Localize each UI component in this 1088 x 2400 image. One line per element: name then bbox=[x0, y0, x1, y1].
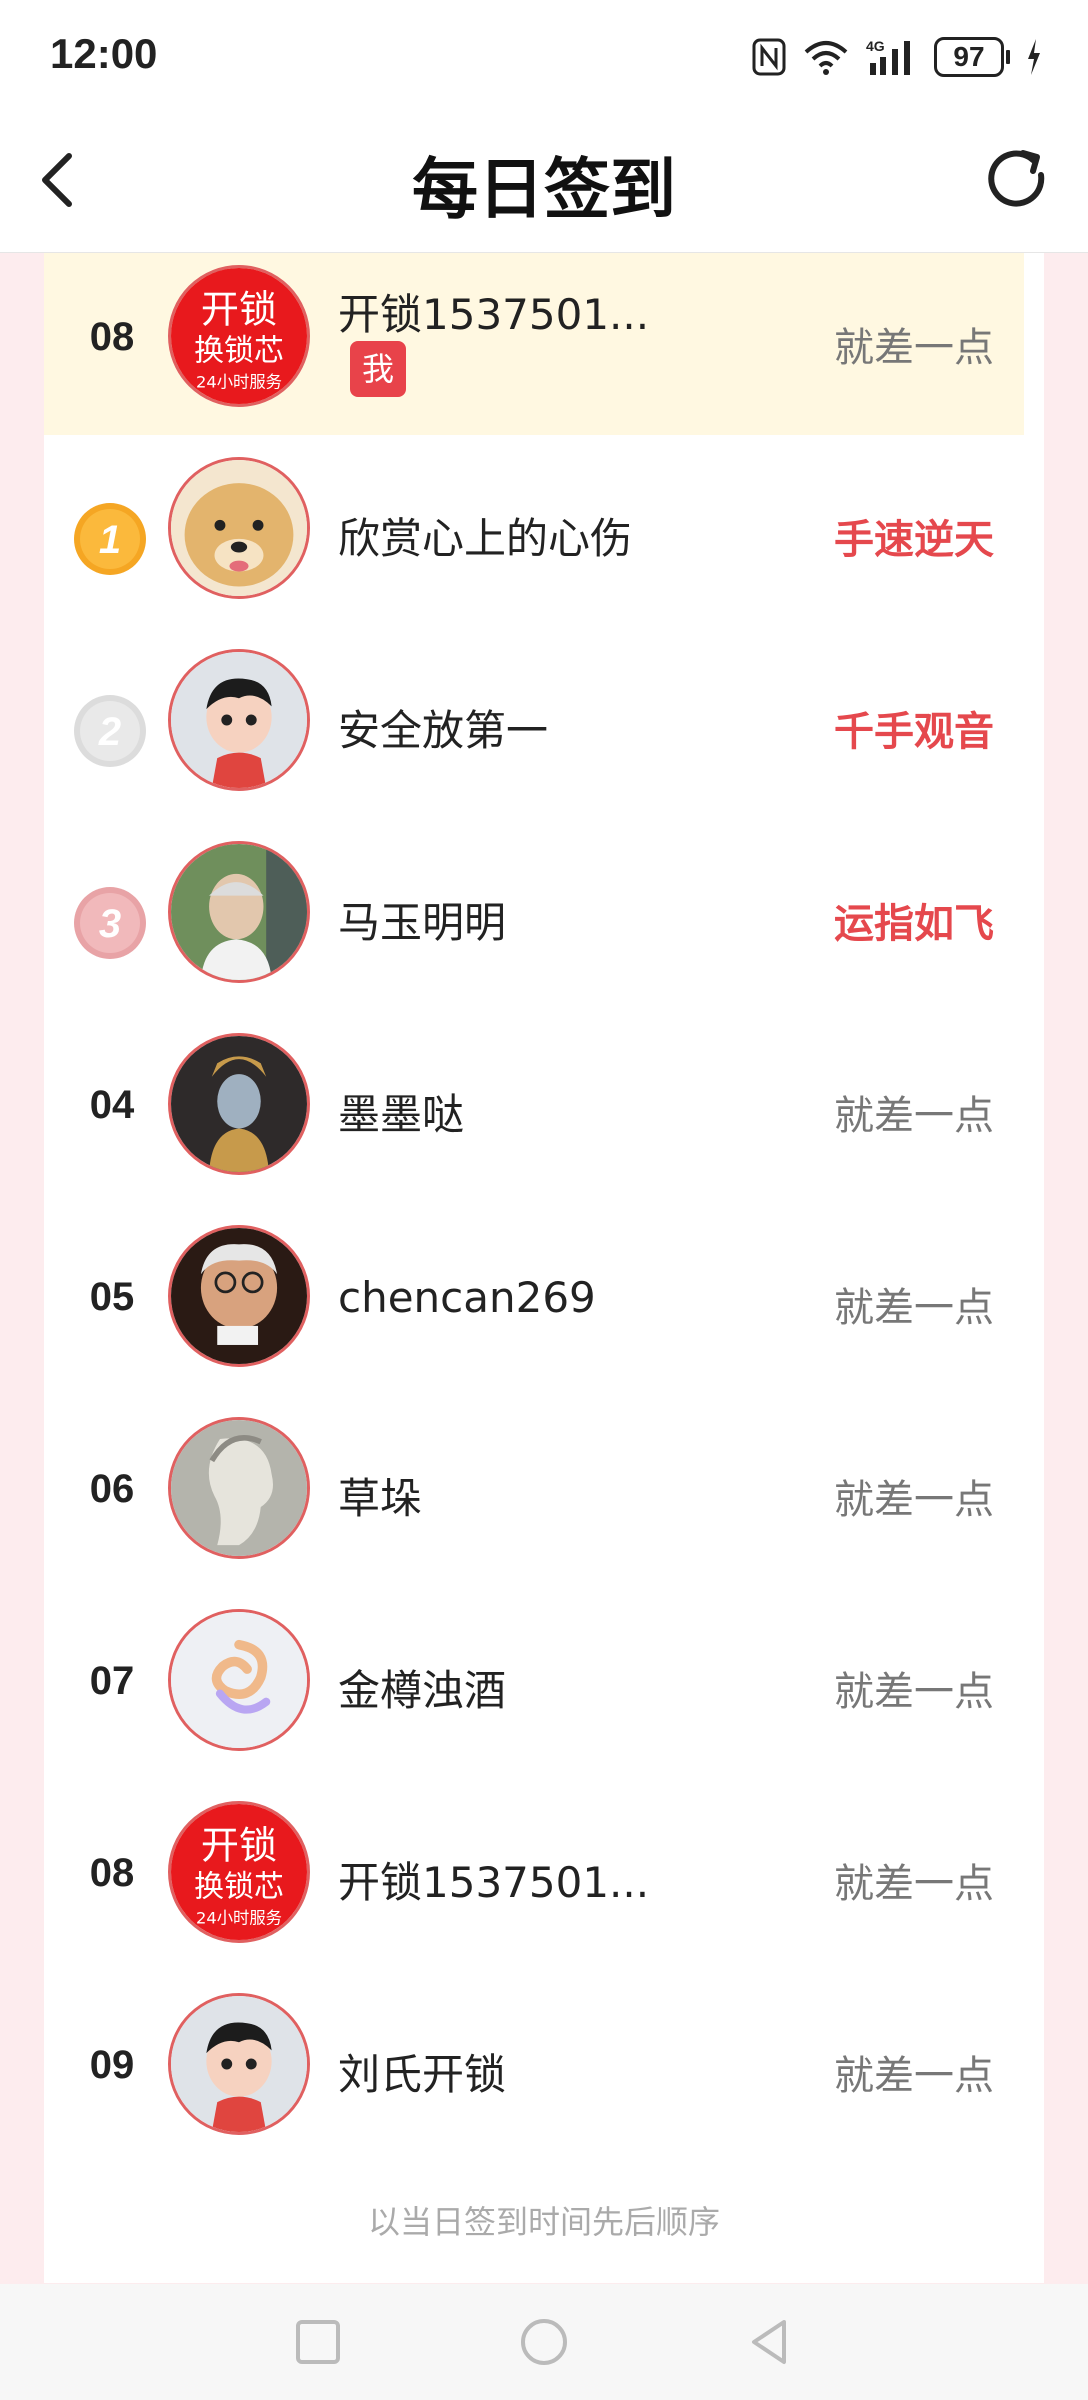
avatar bbox=[168, 1993, 310, 2135]
rank-title: 就差一点 bbox=[834, 1285, 994, 1331]
rank-title: 运指如飞 bbox=[834, 901, 994, 947]
circle-nav-icon[interactable] bbox=[514, 2312, 574, 2372]
rank-title: 就差一点 bbox=[834, 325, 994, 371]
rank-number: 05 bbox=[89, 1275, 135, 1319]
rank-number: 08 bbox=[89, 315, 135, 359]
rank-title: 手速逆天 bbox=[834, 517, 994, 563]
me-badge: 我 bbox=[350, 341, 406, 397]
user-name: chencan269 bbox=[338, 1273, 596, 1322]
rank-number: 07 bbox=[89, 1659, 135, 1703]
rank-row-7[interactable]: 07 金樽浊酒 就差一点 bbox=[44, 1597, 1024, 1777]
rank-number: 06 bbox=[89, 1467, 135, 1511]
avatar bbox=[168, 649, 310, 791]
rank-number: 04 bbox=[89, 1083, 135, 1127]
battery-icon: 97 bbox=[934, 37, 1010, 77]
charging-icon bbox=[1028, 39, 1040, 75]
rank-row-6[interactable]: 06 草垛 就差一点 bbox=[44, 1405, 1024, 1585]
my-rank-row[interactable]: 08 开锁 换锁芯 24小时服务 开锁1537501... 我 就差一点 bbox=[44, 253, 1024, 435]
rank-row-2[interactable]: 2 安全放第一 千手观音 bbox=[44, 637, 1024, 817]
avatar bbox=[168, 1417, 310, 1559]
svg-text:24小时服务: 24小时服务 bbox=[196, 1909, 282, 1928]
refresh-icon bbox=[988, 150, 1045, 207]
avatar bbox=[168, 1225, 310, 1367]
gold-medal-icon: 1 bbox=[74, 503, 146, 575]
rank-row-1[interactable]: 1 欣赏心上的心伤 手速逆天 bbox=[44, 445, 1024, 625]
rank-title: 就差一点 bbox=[834, 1477, 994, 1523]
battery-level: 97 bbox=[934, 37, 1004, 77]
nfc-icon bbox=[752, 38, 786, 76]
svg-text:24小时服务: 24小时服务 bbox=[196, 373, 282, 392]
rank-title: 就差一点 bbox=[834, 1669, 994, 1715]
status-time: 12:00 bbox=[50, 30, 158, 77]
header: 每日签到 bbox=[0, 110, 1088, 253]
system-nav-bar bbox=[0, 2284, 1088, 2400]
rank-row-8[interactable]: 08 开锁 换锁芯 24小时服务 开锁1537501... 就差一点 bbox=[44, 1789, 1024, 1969]
rank-title: 就差一点 bbox=[834, 2053, 994, 2099]
rank-title: 就差一点 bbox=[834, 1861, 994, 1907]
user-name: 开锁1537501... bbox=[338, 1858, 650, 1907]
svg-text:换锁芯: 换锁芯 bbox=[194, 333, 284, 368]
rank-row-9[interactable]: 09 刘氏开锁 就差一点 bbox=[44, 1981, 1024, 2161]
rank-number: 08 bbox=[89, 1851, 135, 1895]
user-name: 金樽浊酒 bbox=[338, 1666, 507, 1715]
svg-text:换锁芯: 换锁芯 bbox=[194, 1869, 284, 1904]
user-name: 欣赏心上的心伤 bbox=[338, 514, 633, 563]
rank-title: 千手观音 bbox=[834, 709, 994, 755]
user-name: 墨墨哒 bbox=[338, 1090, 465, 1139]
avatar bbox=[168, 1033, 310, 1175]
page-title: 每日签到 bbox=[412, 151, 676, 228]
ranking-panel: 08 开锁 换锁芯 24小时服务 开锁1537501... 我 就差一点 1 欣… bbox=[44, 253, 1044, 2283]
rank-title: 就差一点 bbox=[834, 1093, 994, 1139]
footer-note: 以当日签到时间先后顺序 bbox=[367, 2203, 720, 2241]
status-icons: 4G 97 bbox=[752, 32, 1042, 82]
svg-text:2: 2 bbox=[98, 710, 121, 754]
rank-number: 09 bbox=[89, 2043, 135, 2087]
user-name: 开锁1537501... bbox=[338, 290, 650, 339]
user-name: 马玉明明 bbox=[338, 898, 507, 947]
svg-text:开锁: 开锁 bbox=[201, 287, 277, 331]
user-name: 草垛 bbox=[338, 1474, 423, 1523]
square-nav-icon[interactable] bbox=[288, 2312, 348, 2372]
svg-text:4G: 4G bbox=[866, 38, 885, 54]
svg-text:1: 1 bbox=[99, 518, 121, 562]
avatar bbox=[168, 841, 310, 983]
user-name: 安全放第一 bbox=[338, 706, 549, 755]
silver-medal-icon: 2 bbox=[74, 695, 146, 767]
rank-row-4[interactable]: 04 墨墨哒 就差一点 bbox=[44, 1021, 1024, 1201]
refresh-button[interactable] bbox=[978, 140, 1058, 220]
avatar: 开锁 换锁芯 24小时服务 bbox=[168, 265, 310, 407]
rank-row-3[interactable]: 3 马玉明明 运指如飞 bbox=[44, 829, 1024, 1009]
triangle-nav-icon[interactable] bbox=[740, 2312, 800, 2372]
svg-text:3: 3 bbox=[99, 902, 121, 946]
signal-icon: 4G bbox=[866, 38, 910, 75]
avatar bbox=[168, 457, 310, 599]
user-name: 刘氏开锁 bbox=[338, 2050, 507, 2099]
bronze-medal-icon: 3 bbox=[74, 887, 146, 959]
status-bar: 12:00 4G 97 bbox=[0, 0, 1088, 110]
avatar: 开锁 换锁芯 24小时服务 bbox=[168, 1801, 310, 1943]
svg-text:开锁: 开锁 bbox=[201, 1823, 277, 1867]
rank-row-5[interactable]: 05 chencan269 就差一点 bbox=[44, 1213, 1024, 1393]
avatar bbox=[168, 1609, 310, 1751]
wifi-icon bbox=[804, 41, 848, 75]
